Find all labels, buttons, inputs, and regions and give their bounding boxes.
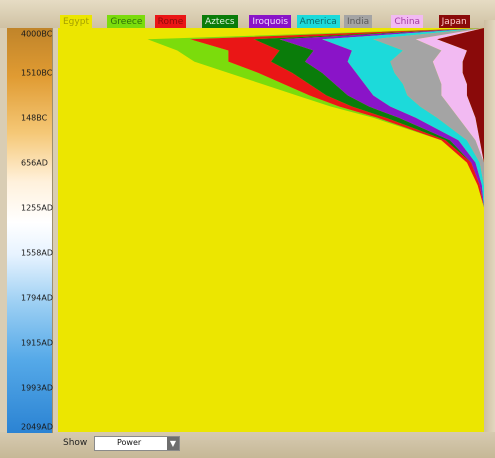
show-metric-select[interactable]: Power ▼ — [94, 436, 180, 451]
show-metric-value: Power — [117, 438, 142, 447]
legend-item-iroquois[interactable]: Iroquois — [249, 15, 292, 29]
legend-item-japan[interactable]: Japan — [438, 15, 470, 29]
time-tick-label: 656AD — [21, 158, 48, 168]
time-tick-label: 1255AD — [21, 203, 53, 213]
time-tick-label: 4000BC — [21, 29, 53, 39]
window-right-frame — [484, 20, 495, 440]
time-axis-gradient[interactable]: 4000BC 1510BC 148BC 656AD 1255AD 1558AD 1794AD… — [7, 28, 53, 433]
civilization-legend: Egypt Greece Rome Aztecs Iroquois America Indi… — [58, 15, 484, 29]
time-tick-label: 2049AD — [21, 422, 53, 432]
legend-item-egypt[interactable]: Egypt — [60, 15, 92, 29]
show-label: Show — [63, 438, 88, 448]
legend-item-india[interactable]: India — [344, 15, 373, 29]
chevron-down-icon[interactable]: ▼ — [167, 437, 179, 450]
legend-item-america[interactable]: America — [296, 15, 340, 29]
time-tick-label: 148BC — [21, 113, 48, 123]
time-tick-label: 1794AD — [21, 293, 53, 303]
time-tick-label: 1510BC — [21, 68, 53, 78]
legend-item-rome[interactable]: Rome — [154, 15, 187, 29]
time-tick-label: 1915AD — [21, 338, 53, 348]
legend-item-greece[interactable]: Greece — [107, 15, 146, 29]
time-tick-label: 1558AD — [21, 248, 53, 258]
legend-item-china[interactable]: China — [391, 15, 424, 29]
time-tick-label: 1993AD — [21, 383, 53, 393]
power-history-chart[interactable] — [58, 28, 484, 432]
legend-item-aztecs[interactable]: Aztecs — [202, 15, 238, 29]
